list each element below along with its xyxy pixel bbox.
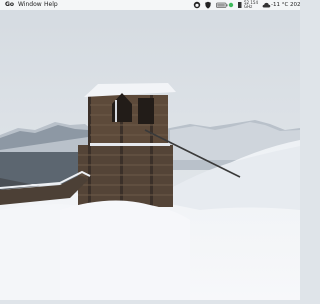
app-menu-go[interactable]: Go [5, 0, 14, 10]
desktop-wallpaper [0, 0, 300, 300]
cpu-monitor[interactable] [237, 0, 243, 10]
clock[interactable]: 202 [290, 0, 301, 10]
weather-temperature[interactable]: -11 °C [271, 0, 288, 10]
cpu-monitor-bottom-text: GHz [244, 4, 253, 10]
menu-help[interactable]: Help [44, 0, 58, 10]
cloud-icon[interactable] [262, 0, 271, 10]
menu-window[interactable]: Window [18, 0, 42, 10]
battery-icon[interactable] [216, 0, 228, 10]
menu-bar: Go Window Help 52 154 GHz -11 °C 202 [0, 0, 301, 10]
wallpaper-scene [0, 0, 300, 300]
shield-icon[interactable] [204, 0, 212, 10]
battery-status-dot-icon [228, 0, 234, 10]
github-icon[interactable] [193, 0, 201, 10]
